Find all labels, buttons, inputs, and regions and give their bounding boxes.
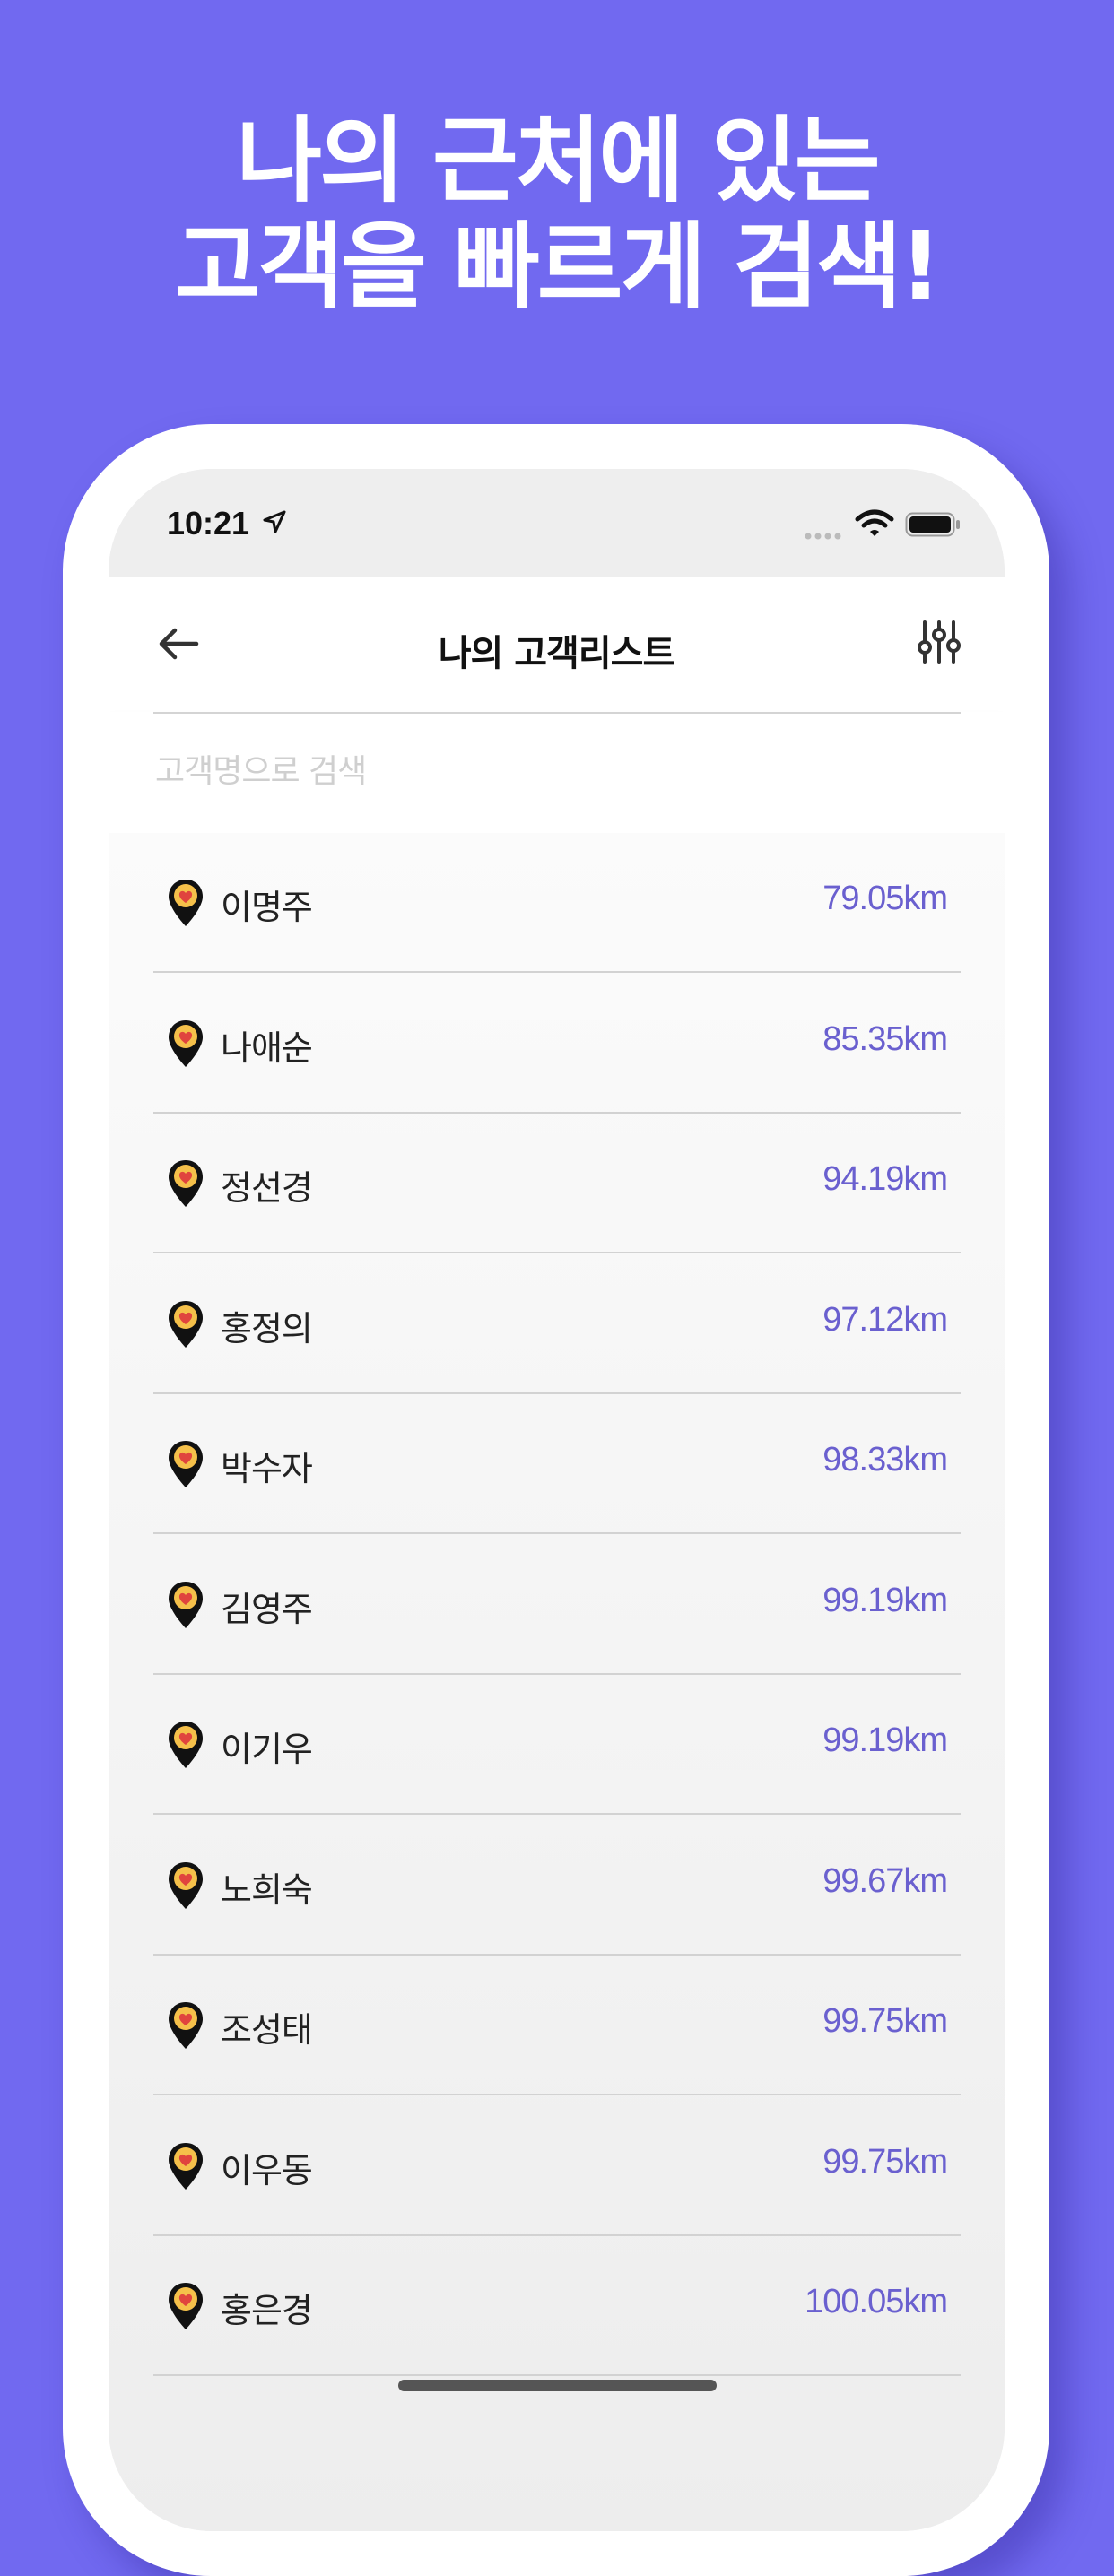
customer-name: 조성태 [221, 2010, 313, 2050]
hero-headline: 나의 근처에 있는 고객을 빠르게 검색! [0, 108, 1114, 319]
location-pin-heart-icon [169, 2002, 203, 2049]
customer-row[interactable]: 홍은경 100.05km [109, 2236, 1005, 2376]
customer-row[interactable]: 홍정의 97.12km [109, 1254, 1005, 1394]
customer-row[interactable]: 박수자 98.33km [109, 1394, 1005, 1534]
customer-name: 노희숙 [221, 1869, 313, 1910]
status-time: 10:21 [167, 505, 250, 542]
customer-distance: 99.75km [822, 2142, 948, 2181]
location-pin-heart-icon [169, 1441, 203, 1487]
location-pin-heart-icon [169, 1019, 203, 1067]
customer-name: 김영주 [221, 1589, 313, 1629]
location-pin-heart-icon [169, 880, 203, 926]
hero-line-1: 나의 근처에 있는 [236, 106, 880, 215]
location-pin-heart-icon [169, 1581, 203, 1628]
customer-distance: 94.19km [822, 1160, 948, 1198]
location-arrow-icon [263, 510, 286, 533]
home-indicator[interactable] [398, 2380, 717, 2391]
search-bar [109, 712, 1005, 833]
battery-icon [905, 512, 960, 537]
customer-row[interactable]: 정선경 94.19km [109, 1114, 1005, 1253]
location-pin-heart-icon [169, 1861, 203, 1909]
location-pin-heart-icon [169, 2142, 203, 2190]
location-pin-heart-icon [169, 1300, 203, 1348]
signal-icon [805, 533, 841, 540]
customer-row[interactable]: 나애순 85.35km [109, 974, 1005, 1114]
customer-name: 이우동 [221, 2150, 313, 2190]
customer-name: 정선경 [221, 1168, 313, 1208]
customer-distance: 99.67km [822, 1861, 948, 1900]
customer-distance: 100.05km [805, 2283, 948, 2320]
location-pin-heart-icon [169, 1722, 203, 1768]
customer-name: 홍정의 [221, 1308, 313, 1349]
customer-distance: 99.75km [822, 2002, 948, 2040]
customer-name: 박수자 [221, 1449, 313, 1488]
customer-row[interactable]: 조성태 99.75km [109, 1956, 1005, 2095]
divider [153, 2374, 961, 2376]
customer-row[interactable]: 노희숙 99.67km [109, 1816, 1005, 1956]
customer-distance: 79.05km [822, 880, 948, 917]
customer-row[interactable]: 이우동 99.75km [109, 2096, 1005, 2236]
customer-distance: 85.35km [822, 1019, 948, 1058]
location-pin-heart-icon [169, 1160, 203, 1207]
customer-distance: 97.12km [822, 1300, 948, 1339]
location-pin-heart-icon [169, 2283, 203, 2329]
customer-row[interactable]: 김영주 99.19km [109, 1535, 1005, 1675]
customer-row[interactable]: 이명주 79.05km [109, 833, 1005, 973]
app-header: 나의 고객리스트 [109, 577, 1005, 712]
page-title: 나의 고객리스트 [438, 633, 676, 674]
customer-name: 이기우 [221, 1730, 313, 1769]
customer-distance: 98.33km [822, 1441, 948, 1479]
customer-name: 나애순 [221, 1028, 313, 1068]
filter-sliders-icon[interactable] [912, 615, 966, 669]
customer-distance: 99.19km [822, 1722, 948, 1759]
customer-name: 홍은경 [221, 2291, 313, 2330]
customer-list: 이명주 79.05km 나애순 85.35km 정선경 94.19km 홍정의 97.12km… [109, 833, 1005, 2531]
divider [153, 712, 961, 714]
search-input[interactable] [153, 739, 946, 803]
app-screen: 10:21 나의 고객리스트 고객명으로 검색 이명주 79.05km 나애순 … [109, 469, 1005, 2531]
hero-line-2: 고객을 빠르게 검색! [174, 212, 942, 321]
customer-row[interactable]: 이기우 99.19km [109, 1675, 1005, 1815]
wifi-icon [855, 509, 894, 536]
customer-distance: 99.19km [822, 1581, 948, 1619]
status-bar: 10:21 [109, 469, 1005, 577]
customer-name: 이명주 [221, 888, 313, 927]
